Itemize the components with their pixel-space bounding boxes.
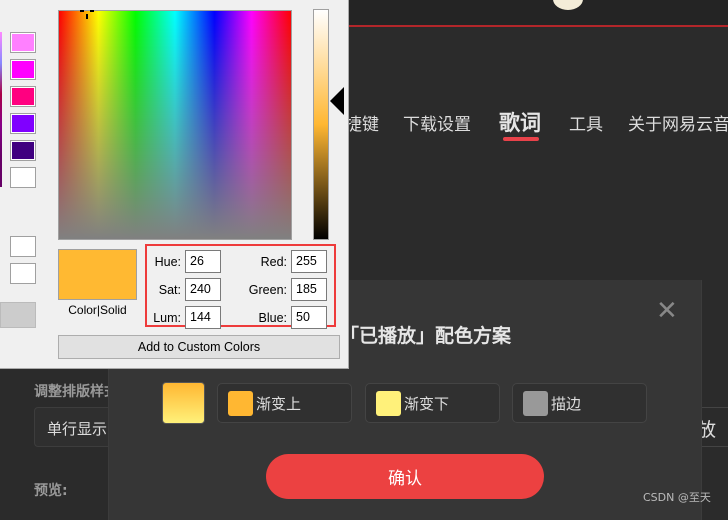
divider xyxy=(700,407,728,408)
hue-input[interactable]: 26 xyxy=(185,250,221,273)
basic-color-column-partial xyxy=(0,32,2,187)
option-label: 渐变下 xyxy=(404,394,450,413)
color-spectrum[interactable] xyxy=(58,10,292,240)
gradient-top-button[interactable]: 渐变上 xyxy=(217,383,352,423)
sat-input[interactable]: 240 xyxy=(185,278,221,301)
nav-shortcuts[interactable]: 捷键 xyxy=(345,110,379,135)
option-label: 描边 xyxy=(551,394,582,413)
blue-label: Blue: xyxy=(258,311,288,325)
basic-color-swatch[interactable] xyxy=(10,32,36,53)
nav-about[interactable]: 关于网易云音 xyxy=(628,110,728,135)
luminance-arrow-icon[interactable] xyxy=(330,87,344,115)
modal-title: 「已播放」配色方案 xyxy=(340,325,512,347)
red-label: Red: xyxy=(260,255,287,269)
basic-color-swatch[interactable] xyxy=(10,113,36,134)
define-custom-colors-button[interactable] xyxy=(0,302,36,328)
nav-download-settings[interactable]: 下载设置 xyxy=(403,110,471,135)
blue-input[interactable]: 50 xyxy=(291,306,327,329)
active-tab-indicator xyxy=(503,137,539,141)
basic-color-swatch[interactable] xyxy=(10,86,36,107)
gradient-preview-swatch xyxy=(162,382,205,424)
preview-label: 预览: xyxy=(34,483,68,499)
crosshair-icon[interactable] xyxy=(80,10,94,20)
basic-color-swatch[interactable] xyxy=(10,59,36,80)
stroke-button[interactable]: 描边 xyxy=(512,383,647,423)
custom-color-swatch[interactable] xyxy=(10,263,36,284)
color-solid-label: Color|Solid xyxy=(68,303,127,317)
sat-label: Sat: xyxy=(158,283,181,297)
watermark: CSDN @至天 xyxy=(643,491,711,504)
lum-input[interactable]: 144 xyxy=(185,306,221,329)
color-swatch xyxy=(376,390,401,416)
lum-label: Lum: xyxy=(153,311,181,325)
layout-style-label: 调整排版样式 xyxy=(34,384,118,400)
close-icon[interactable]: ✕ xyxy=(656,298,678,324)
color-swatch xyxy=(228,390,253,416)
green-label: Green: xyxy=(248,283,287,297)
nav-lyrics[interactable]: 歌词 xyxy=(499,107,541,137)
basic-color-swatch[interactable] xyxy=(10,167,36,188)
custom-color-swatch[interactable] xyxy=(10,236,36,257)
confirm-button[interactable]: 确认 xyxy=(266,454,544,499)
nav-tools[interactable]: 工具 xyxy=(569,110,603,135)
divider xyxy=(700,446,728,447)
gradient-bottom-button[interactable]: 渐变下 xyxy=(365,383,500,423)
red-input[interactable]: 255 xyxy=(291,250,327,273)
green-input[interactable]: 185 xyxy=(291,278,327,301)
hue-label: Hue: xyxy=(154,255,181,269)
basic-color-swatch[interactable] xyxy=(10,140,36,161)
current-color-preview xyxy=(58,249,137,300)
add-to-custom-colors-button[interactable]: Add to Custom Colors xyxy=(58,335,340,359)
option-label: 渐变上 xyxy=(256,394,302,413)
luminance-slider[interactable] xyxy=(313,9,329,240)
color-swatch xyxy=(523,390,548,416)
